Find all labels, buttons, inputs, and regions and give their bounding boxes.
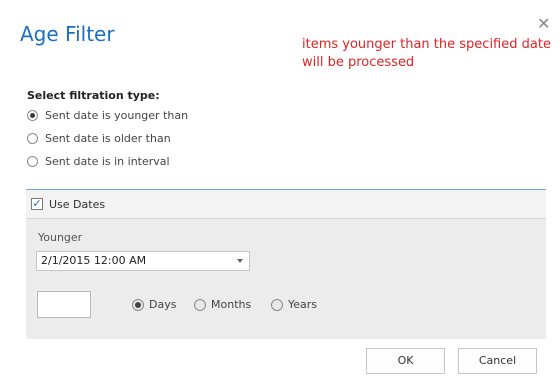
use-dates-checkbox[interactable]: ✓ [31,198,43,210]
unit-label: Months [211,298,252,311]
annotation-line-2: will be processed [302,55,415,70]
radio-button[interactable] [271,298,283,311]
use-dates-row[interactable]: ✓ Use Dates [26,190,546,219]
unit-option-months[interactable]: Months [194,298,251,311]
younger-label: Younger [38,231,83,244]
unit-option-days[interactable]: Days [132,298,176,311]
radio-button[interactable] [27,133,38,144]
younger-date-dropdown[interactable]: 2/1/2015 12:00 AM [36,251,250,271]
unit-option-years[interactable]: Years [271,298,317,311]
radio-button[interactable] [27,156,38,167]
annotation-line-1: items younger than the specified date [302,37,551,52]
cancel-button[interactable]: Cancel [458,348,537,374]
ok-button[interactable]: OK [366,348,445,374]
age-number-input[interactable] [37,291,91,318]
chevron-down-icon[interactable] [237,259,243,263]
dates-panel: Younger 2/1/2015 12:00 AM Days Months Ye… [26,219,546,339]
dialog-title: Age Filter [20,22,115,46]
younger-date-value: 2/1/2015 12:00 AM [41,254,147,267]
annotation-note: items younger than the specified date wi… [302,36,560,72]
radio-label: Sent date is in interval [45,155,170,168]
use-dates-label: Use Dates [49,197,106,211]
radio-option-interval[interactable]: Sent date is in interval [27,155,170,168]
radio-label: Sent date is older than [45,132,171,145]
radio-button[interactable] [194,298,206,311]
unit-label: Days [149,298,177,311]
radio-option-older[interactable]: Sent date is older than [27,132,171,145]
radio-button[interactable] [27,110,38,121]
radio-label: Sent date is younger than [45,109,189,122]
unit-label: Years [288,298,318,311]
radio-button[interactable] [132,298,144,311]
filtration-type-label: Select filtration type: [27,89,160,102]
close-icon[interactable]: ✕ [537,16,550,32]
radio-option-younger[interactable]: Sent date is younger than [27,109,188,122]
